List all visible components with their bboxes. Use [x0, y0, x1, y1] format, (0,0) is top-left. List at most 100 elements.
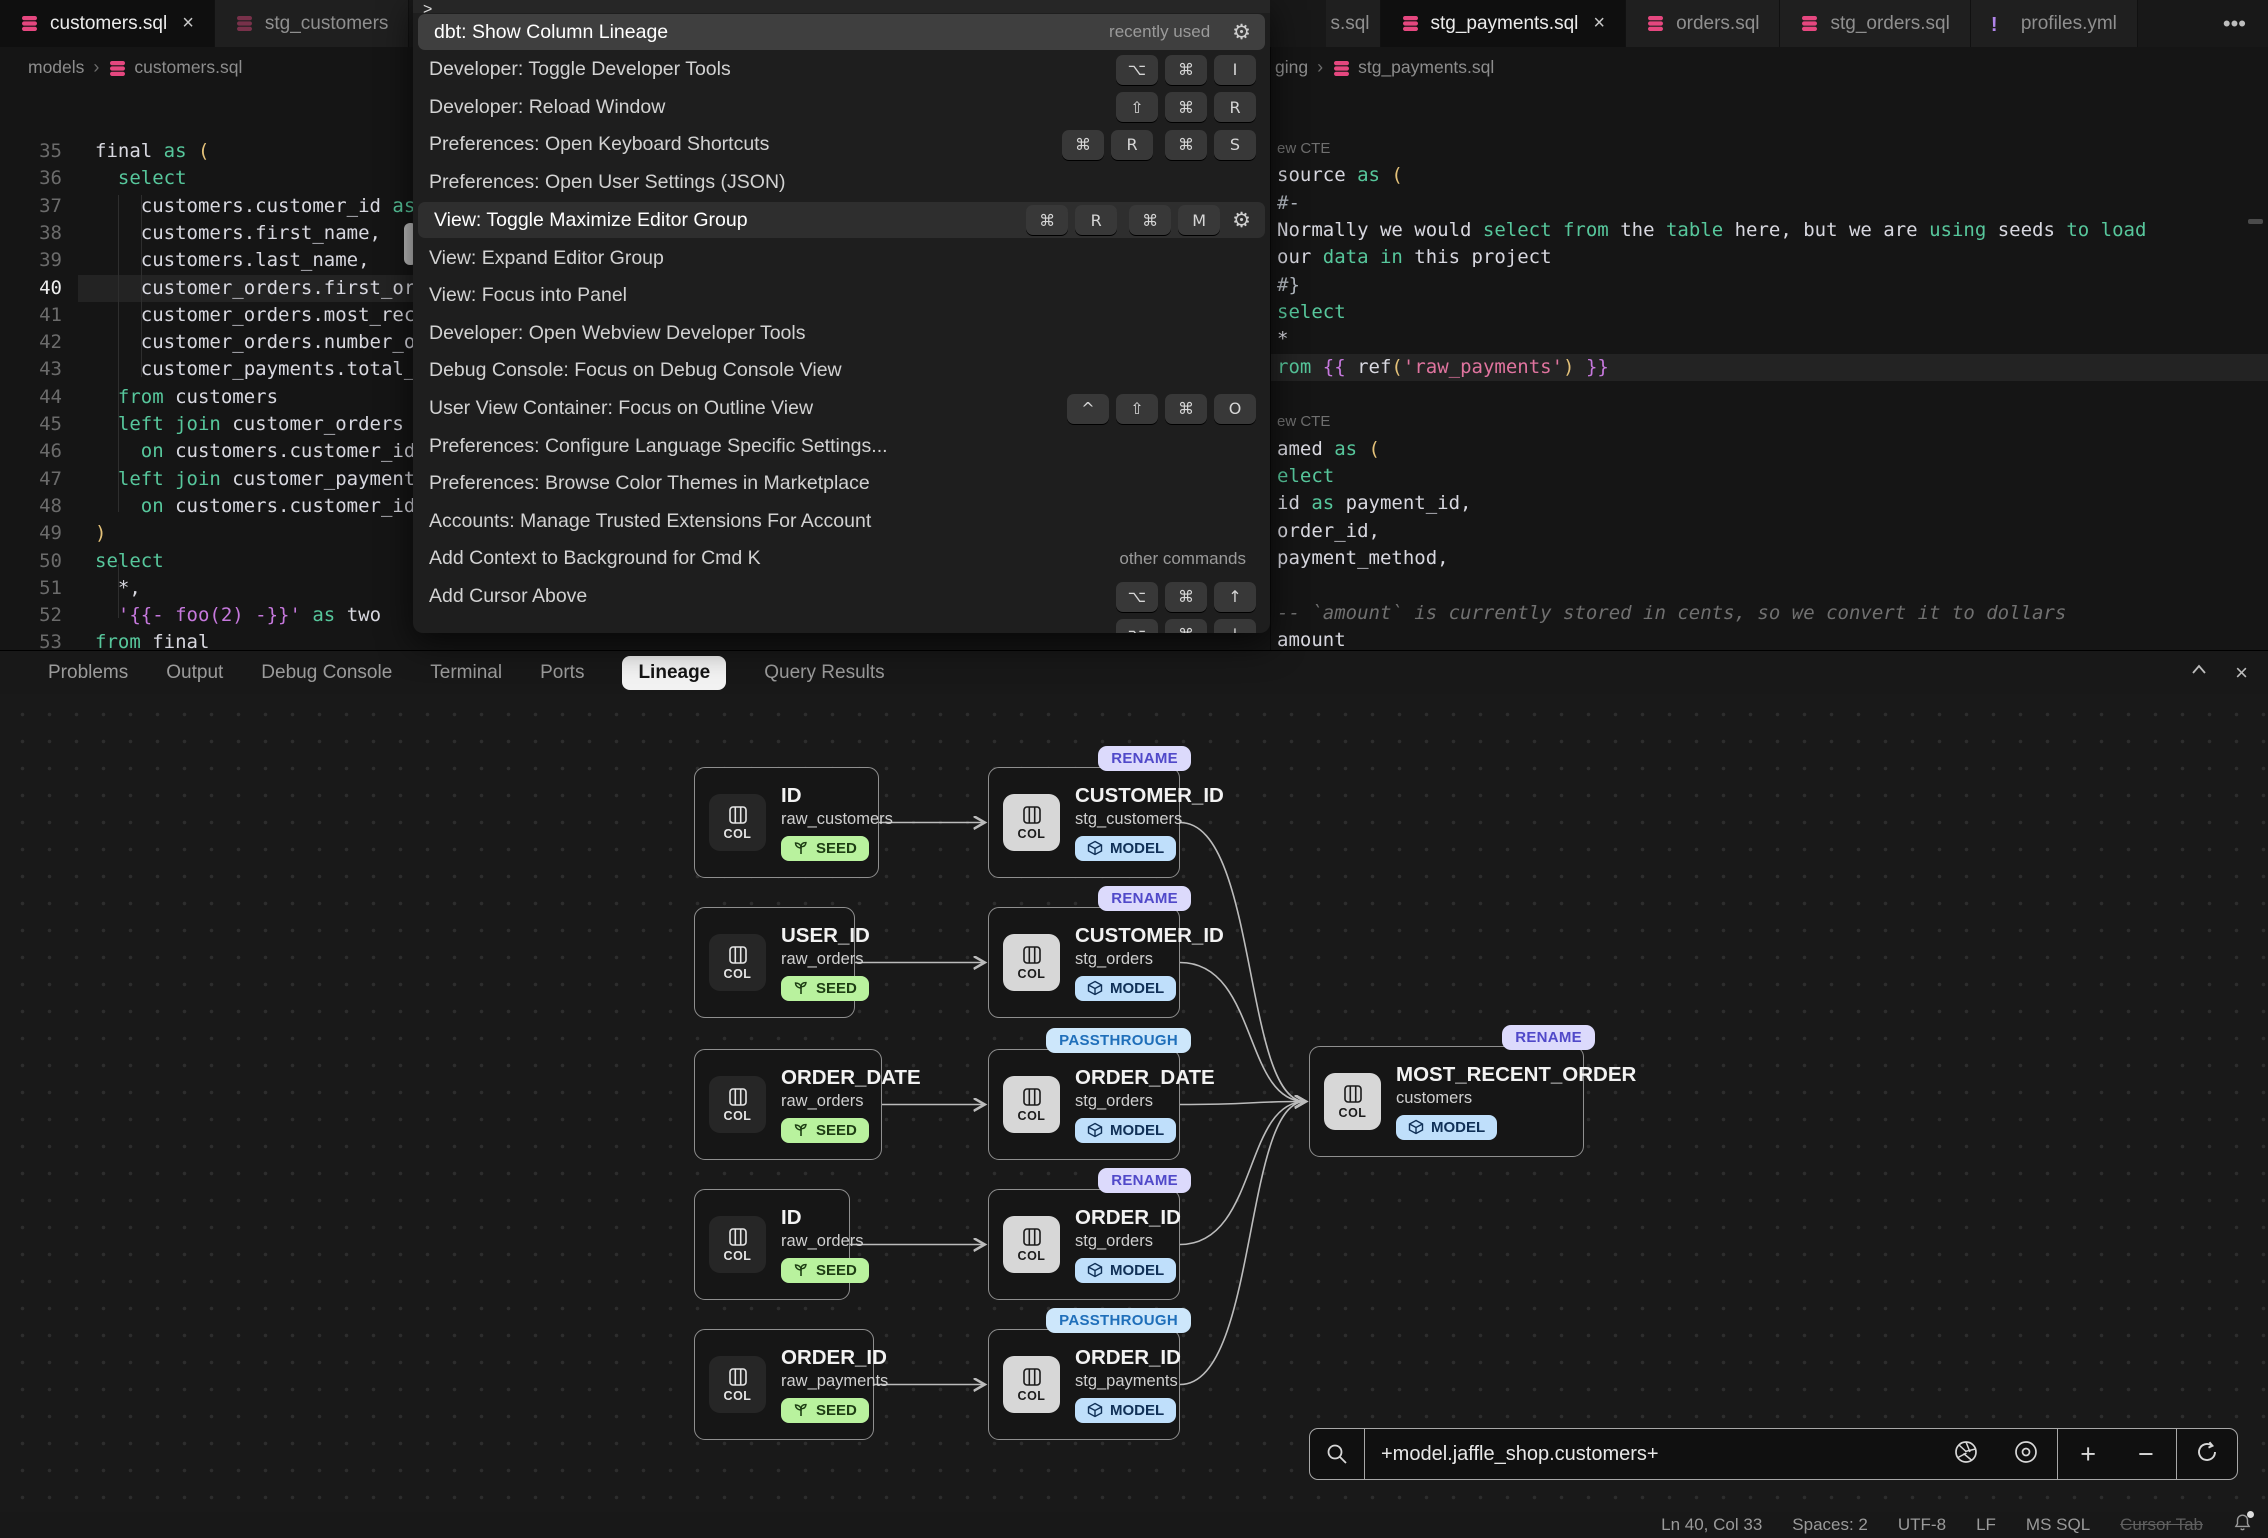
node-title: USER_ID	[781, 924, 870, 948]
status-item-utf-8[interactable]: UTF-8	[1898, 1515, 1946, 1535]
line-number: 41	[12, 302, 62, 329]
lineage-node-customer_id-stg_orders[interactable]: RENAMECOLCUSTOMER_IDstg_ordersMODEL	[988, 907, 1180, 1018]
code-line: *	[1277, 326, 1288, 353]
key-badge: ⌥	[1116, 619, 1158, 633]
code-line: left join customer_payment	[95, 466, 415, 493]
gear-icon[interactable]: ⚙	[1232, 208, 1251, 232]
keybinding-group: ⌘R	[1026, 205, 1117, 235]
command-palette-item[interactable]: Debug Console: Focus on Debug Console Vi…	[413, 352, 1270, 390]
refresh-icon[interactable]	[2194, 1439, 2220, 1470]
node-title: CUSTOMER_ID	[1075, 784, 1224, 808]
command-label: View: Toggle Maximize Editor Group	[434, 209, 1014, 232]
gear-icon[interactable]: ⚙	[1232, 20, 1251, 44]
lineage-node-id-raw_orders[interactable]: COLIDraw_ordersSEED	[694, 1189, 850, 1300]
status-item-spaces-2[interactable]: Spaces: 2	[1792, 1515, 1868, 1535]
breadcrumb[interactable]: models › customers.sql	[28, 53, 242, 81]
panel-tab-problems[interactable]: Problems	[48, 662, 128, 684]
indent-guide	[118, 564, 119, 618]
codelens-label[interactable]: ew CTE	[1277, 140, 1330, 157]
breadcrumb[interactable]: ging › stg_payments.sql	[1275, 53, 1494, 81]
tab-profiles.yml[interactable]: !profiles.yml	[1971, 0, 2138, 47]
command-palette-item[interactable]: View: Toggle Maximize Editor Group ⌘R ⌘M ⚙	[418, 202, 1265, 238]
tab-stg_customers[interactable]: stg_customers	[215, 0, 410, 47]
command-palette-item[interactable]: ⌥⌘↓	[413, 615, 1270, 633]
panel-tab-query-results[interactable]: Query Results	[764, 662, 884, 684]
aperture-icon[interactable]	[1953, 1439, 1979, 1470]
panel-tab-output[interactable]: Output	[166, 662, 223, 684]
zoom-out-button[interactable]: −	[2138, 1441, 2154, 1468]
tab-orders.sql[interactable]: orders.sql	[1626, 0, 1780, 47]
lineage-node-most_recent_order-customers[interactable]: RENAMECOLMOST_RECENT_ORDERcustomersMODEL	[1309, 1046, 1584, 1157]
command-label: User View Container: Focus on Outline Vi…	[429, 397, 1055, 420]
key-badge: ⌘	[1165, 394, 1207, 424]
command-palette-item[interactable]: View: Focus into Panel	[413, 277, 1270, 315]
lineage-node-id-raw_customers[interactable]: COLIDraw_customersSEED	[694, 767, 879, 878]
target-icon[interactable]	[2013, 1439, 2039, 1470]
command-palette-item[interactable]: Developer: Reload Window⇧⌘R	[413, 89, 1270, 127]
tab-stg_payments.sql[interactable]: stg_payments.sql×	[1381, 0, 1627, 47]
panel-tab-lineage[interactable]: Lineage	[622, 656, 726, 690]
panel-tab-debug-console[interactable]: Debug Console	[261, 662, 392, 684]
command-palette-item[interactable]: Add Context to Background for Cmd Kother…	[413, 540, 1270, 578]
command-palette-item[interactable]: Add Cursor Above⌥⌘↑	[413, 578, 1270, 616]
close-icon[interactable]: ×	[182, 12, 194, 35]
command-label: Add Cursor Above	[429, 585, 1104, 608]
lineage-node-order_id-stg_orders[interactable]: RENAMECOLORDER_IDstg_ordersMODEL	[988, 1189, 1180, 1300]
codelens-label[interactable]: ew CTE	[1277, 413, 1330, 430]
code-line: left join customer_orders	[95, 411, 404, 438]
editor-right[interactable]: ging › stg_payments.sql ew CTEsource as …	[1270, 47, 2268, 650]
close-icon[interactable]: ×	[1593, 12, 1605, 35]
command-palette-item[interactable]: Accounts: Manage Trusted Extensions For …	[413, 503, 1270, 541]
lineage-search-input[interactable]	[1365, 1429, 1935, 1479]
lineage-node-order_date-stg_orders[interactable]: PASSTHROUGHCOLORDER_DATEstg_ordersMODEL	[988, 1049, 1180, 1160]
lineage-node-user_id-raw_orders[interactable]: COLUSER_IDraw_ordersSEED	[694, 907, 855, 1018]
chevron-up-icon[interactable]	[2189, 660, 2209, 686]
node-subtitle: stg_customers	[1075, 810, 1224, 829]
zoom-in-button[interactable]: +	[2080, 1441, 2096, 1468]
close-panel-icon[interactable]: ×	[2235, 660, 2248, 686]
tab-stg_orders.sql[interactable]: stg_orders.sql	[1780, 0, 1970, 47]
panel-tab-ports[interactable]: Ports	[540, 662, 584, 684]
keybinding-group: ⌘M	[1129, 205, 1220, 235]
node-subtitle: raw_orders	[781, 1092, 921, 1111]
node-title: CUSTOMER_ID	[1075, 924, 1224, 948]
tab-partial[interactable]: s.sql	[1326, 0, 1380, 47]
command-label: Preferences: Open Keyboard Shortcuts	[429, 133, 1050, 156]
command-palette-item[interactable]: User View Container: Focus on Outline Vi…	[413, 390, 1270, 428]
tab-overflow-button[interactable]: •••	[2201, 0, 2268, 47]
key-badge: ⇧	[1116, 92, 1158, 122]
key-badge: ⌥	[1116, 55, 1158, 85]
lineage-node-order_date-raw_orders[interactable]: COLORDER_DATEraw_ordersSEED	[694, 1049, 882, 1160]
command-palette-item[interactable]: Developer: Open Webview Developer Tools	[413, 315, 1270, 353]
keybinding-group: ⌥⌘I	[1116, 55, 1256, 85]
line-number: 42	[12, 329, 62, 356]
lineage-node-order_id-raw_payments[interactable]: COLORDER_IDraw_paymentsSEED	[694, 1329, 874, 1440]
edge-type-badge: RENAME	[1098, 886, 1191, 911]
panel-tab-terminal[interactable]: Terminal	[430, 662, 502, 684]
status-item-ln-40-col-33[interactable]: Ln 40, Col 33	[1661, 1515, 1762, 1535]
line-number: 46	[12, 438, 62, 465]
command-palette-input[interactable]: >	[413, 0, 1270, 13]
node-subtitle: customers	[1396, 1089, 1636, 1108]
scrollbar-marker[interactable]	[2248, 219, 2263, 224]
command-palette-item[interactable]: dbt: Show Column Lineagerecently used⚙	[418, 14, 1265, 50]
command-palette-item[interactable]: Preferences: Open User Settings (JSON)	[413, 164, 1270, 202]
node-subtitle: raw_payments	[781, 1372, 888, 1391]
app-window: customers.sql×stg_customerss.sqlstg_paym…	[0, 0, 2268, 1538]
command-palette-item[interactable]: Preferences: Open Keyboard Shortcuts⌘R⌘S	[413, 126, 1270, 164]
status-item-cursor-tab[interactable]: Cursor Tab	[2120, 1515, 2203, 1535]
line-number: 35	[12, 138, 62, 165]
status-item-ms-sql[interactable]: MS SQL	[2026, 1515, 2090, 1535]
command-palette-item[interactable]: Preferences: Configure Language Specific…	[413, 427, 1270, 465]
lineage-canvas[interactable]: COLIDraw_customersSEED COLUSER_IDraw_orde…	[0, 694, 2268, 1538]
command-palette-item[interactable]: Developer: Toggle Developer Tools⌥⌘I	[413, 51, 1270, 89]
command-palette-item[interactable]: Preferences: Browse Color Themes in Mark…	[413, 465, 1270, 503]
lineage-node-order_id-stg_payments[interactable]: PASSTHROUGHCOLORDER_IDstg_paymentsMODEL	[988, 1329, 1180, 1440]
tab-customers.sql[interactable]: customers.sql×	[0, 0, 215, 47]
code-line: payment_method,	[1277, 545, 1449, 572]
notifications-bell-icon[interactable]	[2233, 1513, 2252, 1537]
status-item-lf[interactable]: LF	[1976, 1515, 1996, 1535]
command-palette-item[interactable]: View: Expand Editor Group	[413, 239, 1270, 277]
key-badge: R	[1075, 205, 1117, 235]
lineage-node-customer_id-stg_customers[interactable]: RENAMECOLCUSTOMER_IDstg_customersMODEL	[988, 767, 1180, 878]
